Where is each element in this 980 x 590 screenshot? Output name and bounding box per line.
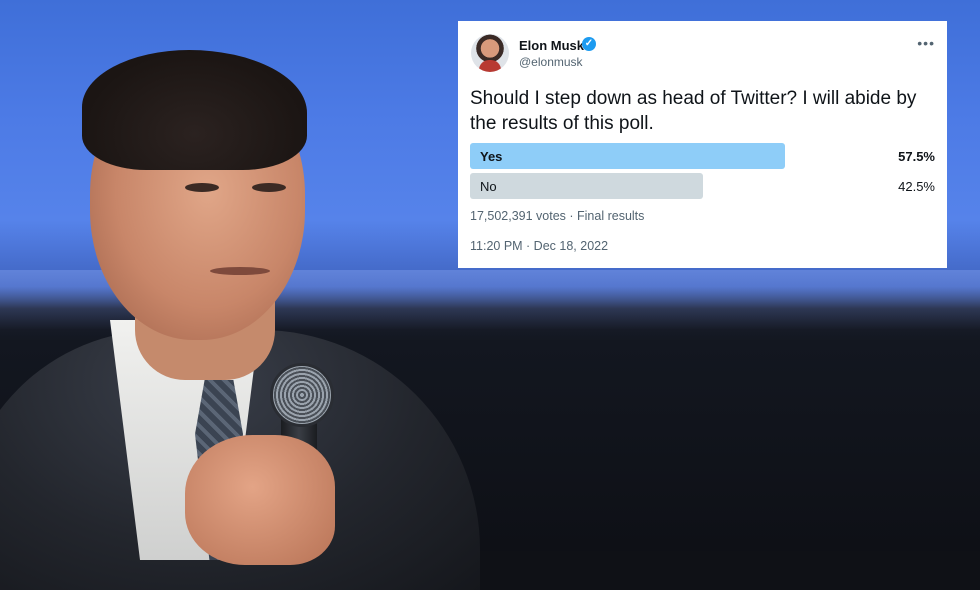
hand [185, 435, 335, 565]
tweet-timestamp[interactable]: 11:20 PM · Dec 18, 2022 [470, 239, 608, 253]
tweet-card: Elon Musk ✓ @elonmusk ••• Should I step … [458, 21, 947, 268]
right-eye [252, 183, 286, 192]
poll-option-percent: 57.5% [898, 149, 935, 164]
poll-option-label: No [480, 179, 497, 194]
poll-option-no-bar: No [470, 173, 703, 199]
microphone-icon [270, 363, 334, 427]
author-handle[interactable]: @elonmusk [519, 55, 583, 69]
poll-option-percent: 42.5% [898, 179, 935, 194]
left-eye [185, 183, 219, 192]
more-horizontal-icon[interactable]: ••• [917, 35, 935, 51]
tweet-text: Should I step down as head of Twitter? I… [470, 88, 917, 134]
author-name[interactable]: Elon Musk [519, 38, 584, 53]
poll-option-label: Yes [480, 149, 503, 164]
verified-badge-icon: ✓ [582, 37, 596, 51]
poll-vote-count[interactable]: 17,502,391 votes · Final results [470, 209, 644, 223]
hair [82, 50, 307, 170]
avatar[interactable] [471, 34, 509, 72]
mouth [210, 267, 270, 275]
person-photo [0, 0, 520, 590]
poll-option-yes-bar: Yes [470, 143, 785, 169]
